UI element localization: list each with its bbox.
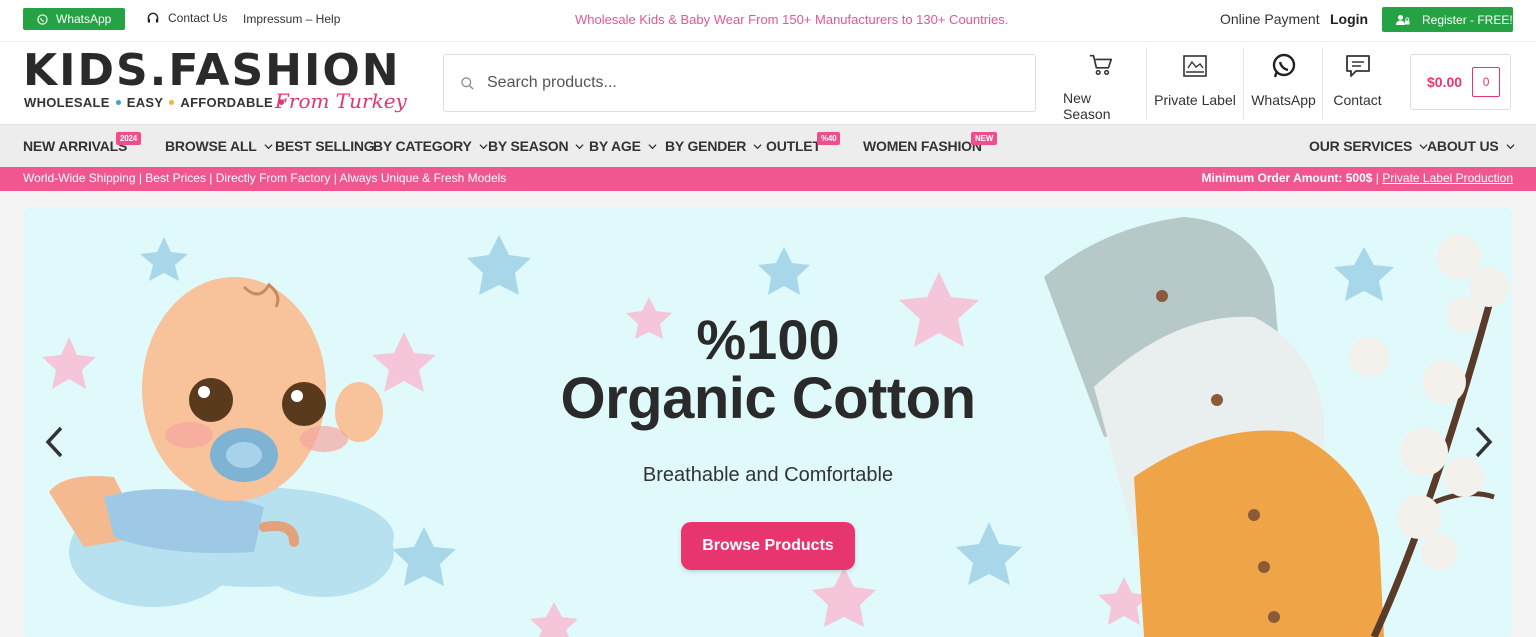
- chevron-down-icon: [1505, 143, 1515, 149]
- site-header: KIDS.FASHION WHOLESALE EASY AFFORDABLE F…: [0, 42, 1536, 124]
- nav-about-us-label: ABOUT US: [1427, 138, 1499, 154]
- chevron-down-icon: [264, 143, 273, 149]
- promo-text: Wholesale Kids & Baby Wear From 150+ Man…: [575, 12, 1009, 27]
- hero-title-line-1: %100: [696, 308, 840, 371]
- headset-icon: [147, 12, 159, 23]
- nav-by-age[interactable]: BY AGE: [589, 138, 657, 154]
- nav-best-selling-label: BEST SELLING: [275, 138, 375, 154]
- min-order-info: Minimum Order Amount: 500$ | Private Lab…: [1202, 171, 1513, 185]
- whatsapp-top-button[interactable]: WhatsApp: [23, 8, 125, 30]
- tagline-affordable: AFFORDABLE: [180, 95, 273, 110]
- nav-badge-2024: 2024: [116, 132, 141, 145]
- chevron-down-icon: [648, 143, 657, 149]
- main-navigation: NEW ARRIVALS 2024 BROWSE ALL BEST SELLIN…: [0, 124, 1536, 167]
- chevron-down-icon: [479, 143, 488, 149]
- contact-us-label: Contact Us: [168, 11, 228, 25]
- private-label-label: Private Label: [1154, 92, 1236, 108]
- nav-women-fashion-label: WOMEN FASHION: [863, 138, 982, 154]
- nav-browse-all-label: BROWSE ALL: [165, 138, 257, 154]
- chat-icon: [1345, 55, 1370, 77]
- nav-by-season[interactable]: BY SEASON: [488, 138, 584, 154]
- nav-women-fashion[interactable]: WOMEN FASHION NEW: [863, 132, 998, 154]
- nav-by-gender-label: BY GENDER: [665, 138, 747, 154]
- header-divider: [1146, 47, 1147, 119]
- user-lock-icon: [1396, 14, 1410, 25]
- hero-title-line-2: Organic Cotton: [560, 366, 976, 431]
- nav-by-category[interactable]: BY CATEGORY: [373, 138, 488, 154]
- contact-header-link[interactable]: Contact: [1330, 52, 1385, 122]
- cart-amount: $0.00: [1427, 74, 1463, 90]
- contact-us-link[interactable]: Contact Us: [146, 11, 227, 25]
- hero-slider: %100 Organic Cotton Breathable and Comfo…: [24, 207, 1512, 637]
- header-divider: [1322, 47, 1323, 119]
- nav-by-category-label: BY CATEGORY: [373, 138, 472, 154]
- impressum-help-link[interactable]: Impressum – Help: [243, 12, 340, 26]
- search-box[interactable]: [443, 54, 1036, 112]
- nav-outlet-label: OUTLET: [766, 138, 821, 154]
- tagline-wholesale: WHOLESALE: [24, 95, 110, 110]
- cart-icon: [1089, 54, 1112, 76]
- nav-new-arrivals-label: NEW ARRIVALS: [23, 138, 128, 154]
- nav-by-season-label: BY SEASON: [488, 138, 569, 154]
- hero-subtitle: Breathable and Comfortable: [642, 464, 894, 486]
- cart-button[interactable]: $0.00 0: [1410, 54, 1511, 110]
- whatsapp-header-label: WhatsApp: [1251, 92, 1316, 108]
- tagline-dot: [169, 100, 175, 105]
- search-icon: [461, 76, 474, 90]
- top-utility-bar: WhatsApp Contact Us Impressum – Help Who…: [0, 0, 1536, 42]
- nav-by-age-label: BY AGE: [589, 138, 641, 154]
- nav-outlet[interactable]: OUTLET %40: [766, 132, 841, 154]
- nav-badge-new: NEW: [971, 132, 998, 145]
- header-divider: [1243, 47, 1244, 119]
- online-payment-link[interactable]: Online Payment: [1220, 11, 1320, 27]
- logo-script-text: From Turkey: [275, 89, 407, 113]
- whatsapp-top-label: WhatsApp: [56, 12, 112, 26]
- slider-prev-arrow-icon[interactable]: [42, 425, 68, 459]
- search-input[interactable]: [487, 74, 1007, 92]
- nav-badge-outlet: %40: [817, 132, 841, 145]
- strip-separator: |: [1375, 171, 1379, 185]
- nav-about-us[interactable]: ABOUT US: [1427, 138, 1515, 154]
- chevron-down-icon: [575, 143, 584, 149]
- tagline-easy: EASY: [126, 95, 164, 110]
- register-button[interactable]: Register - FREE!: [1382, 7, 1513, 32]
- nav-best-selling[interactable]: BEST SELLING: [275, 138, 375, 154]
- login-link[interactable]: Login: [1330, 11, 1368, 27]
- tagline-dot: [115, 100, 121, 105]
- info-strip: World-Wide Shipping | Best Prices | Dire…: [0, 167, 1536, 191]
- new-season-link[interactable]: New Season: [1063, 52, 1138, 122]
- logo-tagline: WHOLESALE EASY AFFORDABLE: [24, 95, 286, 110]
- label-icon: [1183, 55, 1207, 77]
- nav-our-services[interactable]: OUR SERVICES: [1309, 138, 1428, 154]
- whatsapp-icon: [37, 13, 48, 25]
- browse-products-button[interactable]: Browse Products: [681, 522, 855, 570]
- cart-count-badge: 0: [1472, 67, 1501, 97]
- register-label: Register - FREE!: [1422, 12, 1513, 27]
- new-season-label: New Season: [1063, 90, 1111, 122]
- nav-browse-all[interactable]: BROWSE ALL: [165, 138, 273, 154]
- slider-next-arrow-icon[interactable]: [1470, 425, 1496, 459]
- min-order-text: Minimum Order Amount: 500$: [1201, 171, 1373, 185]
- chevron-down-icon: [753, 143, 762, 149]
- whatsapp-icon: [1272, 53, 1295, 78]
- nav-our-services-label: OUR SERVICES: [1309, 138, 1413, 154]
- nav-by-gender[interactable]: BY GENDER: [665, 138, 762, 154]
- contact-header-label: Contact: [1333, 92, 1382, 108]
- private-label-link[interactable]: Private Label: [1154, 52, 1236, 122]
- shipping-info-text: World-Wide Shipping | Best Prices | Dire…: [23, 171, 507, 185]
- private-label-production-link[interactable]: Private Label Production: [1382, 171, 1513, 185]
- whatsapp-header-link[interactable]: WhatsApp: [1250, 52, 1317, 122]
- nav-new-arrivals[interactable]: NEW ARRIVALS 2024: [23, 132, 141, 154]
